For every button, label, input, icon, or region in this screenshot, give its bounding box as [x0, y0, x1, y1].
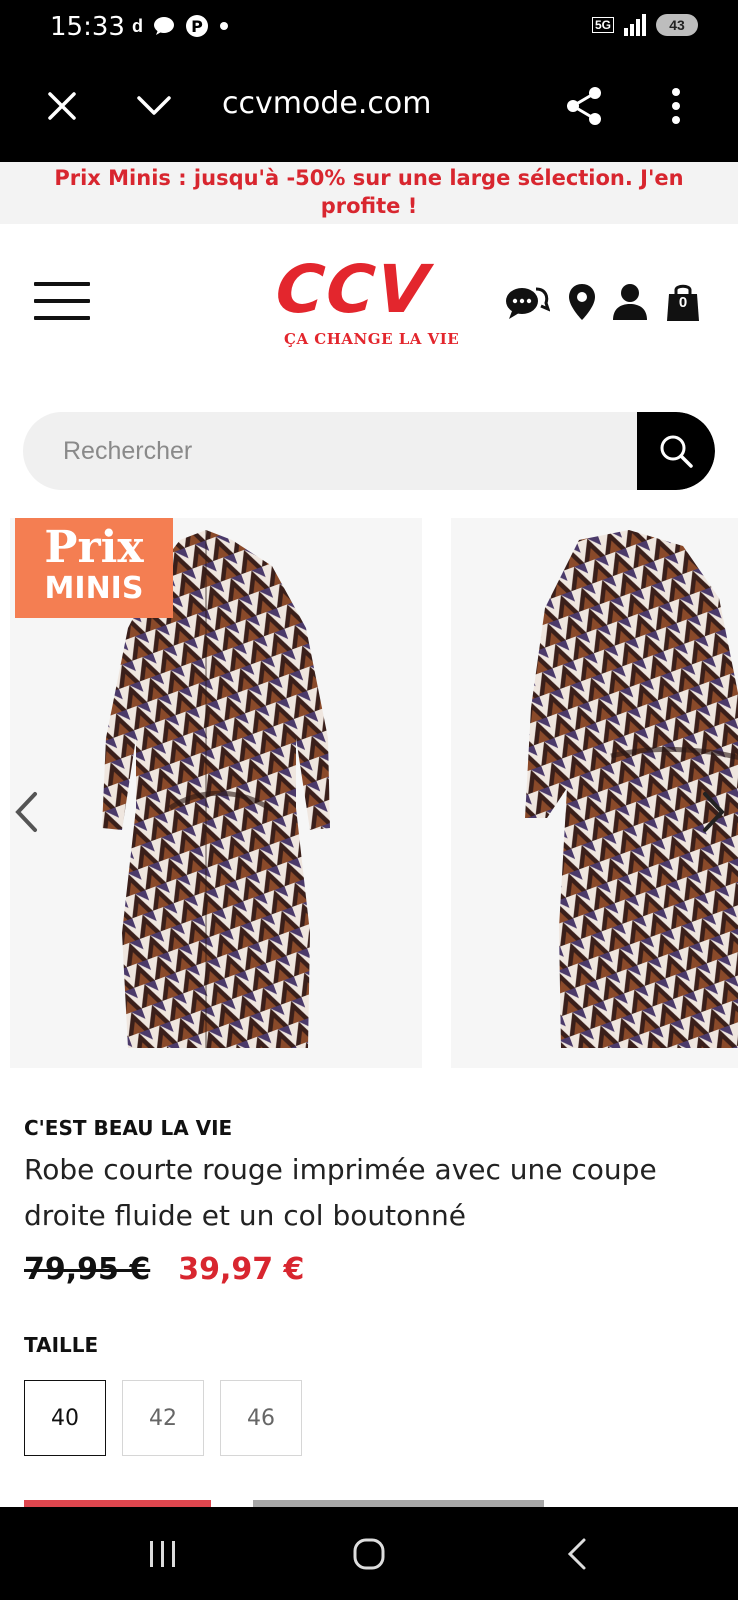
location-pin-icon[interactable] [568, 280, 596, 324]
system-nav-bar [0, 1507, 738, 1600]
network-5g-icon: 5G [591, 17, 614, 33]
sale-price: 39,97 € [178, 1252, 305, 1287]
chevron-left-icon [15, 792, 37, 832]
ccv-logo[interactable]: CCV ÇA CHANGE LA VIE [273, 251, 462, 354]
shopping-bag-icon[interactable]: 0 [666, 280, 700, 324]
gallery-prev-arrow[interactable] [6, 782, 46, 842]
dot-icon [220, 22, 228, 30]
cart-count: 0 [678, 294, 688, 311]
home-icon[interactable] [344, 1531, 394, 1577]
chevron-right-icon [703, 792, 725, 832]
close-icon[interactable] [38, 82, 86, 130]
pinterest-icon: P [186, 15, 208, 37]
badge-line1: Prix [44, 522, 144, 573]
product-brand[interactable]: C'EST BEAU LA VIE [24, 1116, 232, 1140]
promo-banner[interactable]: Prix Minis : jusqu'à -50% sur une large … [0, 162, 738, 224]
size-selector: 40 42 46 [24, 1380, 302, 1456]
size-option-46[interactable]: 46 [220, 1380, 302, 1456]
gallery-next-arrow[interactable] [694, 782, 734, 842]
size-option-40[interactable]: 40 [24, 1380, 106, 1456]
chat-icon[interactable] [504, 280, 550, 324]
status-time: 15:33 [50, 12, 125, 42]
url-bar[interactable]: ccvmode.com [222, 86, 431, 121]
search-input[interactable] [63, 412, 623, 490]
logo-text: CCV [273, 251, 433, 328]
old-price: 79,95 € [24, 1252, 151, 1287]
search-button[interactable] [637, 412, 715, 490]
price-block: 79,95 € 39,97 € [24, 1252, 304, 1287]
search-icon [660, 435, 693, 468]
product-title: Robe courte rouge imprimée avec une coup… [24, 1153, 657, 1232]
promo-text[interactable]: Prix Minis : jusqu'à -50% sur une large … [54, 166, 683, 218]
back-icon[interactable] [552, 1531, 602, 1577]
status-indicators: 5G 43 [591, 14, 698, 36]
size-label: TAILLE [24, 1333, 99, 1357]
size-option-42[interactable]: 42 [122, 1380, 204, 1456]
svg-text:P: P [191, 17, 203, 36]
product-gallery[interactable]: Prix MINIS [0, 518, 738, 1068]
battery-icon: 43 [656, 14, 698, 36]
search-bar [23, 412, 715, 490]
signal-icon [624, 14, 646, 36]
status-notification-icons: d P [132, 14, 229, 38]
prix-minis-badge: Prix MINIS [15, 518, 173, 618]
status-bar: 15:33 d P 5G 43 [0, 0, 738, 56]
recent-apps-icon[interactable] [138, 1531, 188, 1577]
more-vertical-icon[interactable] [652, 82, 700, 130]
chat-bubble-icon [154, 17, 174, 35]
badge-line2: MINIS [44, 571, 144, 606]
chevron-down-icon[interactable] [130, 82, 178, 130]
browser-toolbar: ccvmode.com [0, 56, 738, 162]
dress-front-image[interactable]: Prix MINIS [10, 518, 422, 1068]
notification-d-icon: d [132, 15, 143, 36]
user-icon[interactable] [612, 280, 648, 324]
menu-icon[interactable] [34, 282, 90, 322]
logo-tagline: ÇA CHANGE LA VIE [284, 330, 460, 348]
site-header: CCV ÇA CHANGE LA VIE 0 [0, 224, 738, 394]
share-icon[interactable] [560, 82, 608, 130]
